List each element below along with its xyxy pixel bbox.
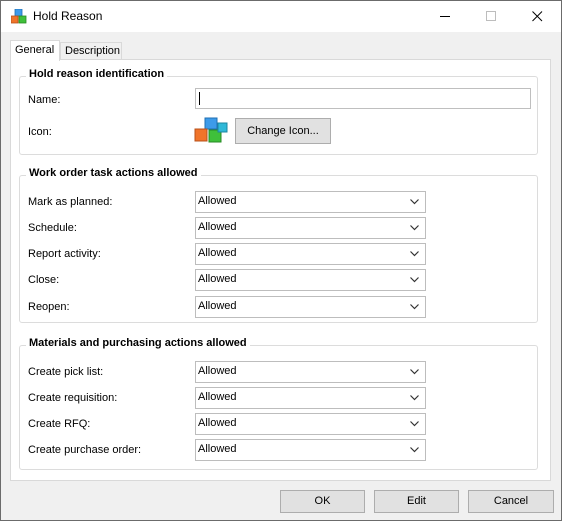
chevron-down-icon — [410, 447, 419, 453]
name-label: Name: — [28, 94, 61, 106]
mark-as-planned-label: Mark as planned: — [28, 196, 113, 208]
chevron-down-icon — [410, 251, 419, 257]
select-value: Allowed — [198, 300, 237, 312]
create-requisition-label: Create requisition: — [28, 392, 118, 404]
close-select[interactable]: Allowed — [195, 269, 426, 291]
hold-reason-cubes-icon — [194, 117, 228, 143]
create-rfq-label: Create RFQ: — [28, 418, 91, 430]
create-purchase-order-label: Create purchase order: — [28, 444, 142, 456]
close-label: Close: — [28, 274, 60, 286]
maximize-button[interactable] — [469, 1, 515, 32]
maximize-icon — [486, 11, 496, 21]
general-tab-panel: Hold reason identification Name: Icon: C… — [10, 59, 551, 481]
select-value: Allowed — [198, 273, 237, 285]
create-pick-list-label: Create pick list: — [28, 366, 104, 378]
report-activity-select[interactable]: Allowed — [195, 243, 426, 265]
schedule-label: Schedule: — [28, 222, 77, 234]
select-value: Allowed — [198, 365, 237, 377]
materials-purchasing-actions-group: Materials and purchasing actions allowed… — [19, 337, 538, 470]
work-order-actions-group: Work order task actions allowed Mark as … — [19, 167, 538, 323]
group-title: Work order task actions allowed — [26, 167, 201, 179]
tab-description[interactable]: Description — [60, 42, 122, 60]
edit-button[interactable]: Edit — [374, 490, 459, 513]
name-field[interactable] — [195, 88, 531, 109]
colored-cubes-icon — [11, 9, 27, 24]
chevron-down-icon — [410, 369, 419, 375]
report-activity-label: Report activity: — [28, 248, 101, 260]
group-title: Materials and purchasing actions allowed — [26, 337, 250, 349]
minimize-button[interactable] — [423, 1, 469, 32]
select-value: Allowed — [198, 195, 237, 207]
chevron-down-icon — [410, 395, 419, 401]
hold-reason-dialog: Hold Reason General Description Hold rea… — [0, 0, 562, 521]
reopen-select[interactable]: Allowed — [195, 296, 426, 318]
select-value: Allowed — [198, 417, 237, 429]
group-title: Hold reason identification — [26, 68, 168, 80]
chevron-down-icon — [410, 421, 419, 427]
close-icon — [532, 11, 543, 22]
title-bar: Hold Reason — [1, 1, 561, 32]
ok-button[interactable]: OK — [280, 490, 365, 513]
chevron-down-icon — [410, 199, 419, 205]
tab-general[interactable]: General — [10, 40, 60, 61]
minimize-icon — [440, 16, 450, 17]
chevron-down-icon — [410, 225, 419, 231]
mark-as-planned-select[interactable]: Allowed — [195, 191, 426, 213]
select-value: Allowed — [198, 221, 237, 233]
chevron-down-icon — [410, 304, 419, 310]
text-caret — [199, 92, 200, 105]
hold-reason-identification-group: Hold reason identification Name: Icon: C… — [19, 68, 538, 155]
chevron-down-icon — [410, 277, 419, 283]
create-pick-list-select[interactable]: Allowed — [195, 361, 426, 383]
create-rfq-select[interactable]: Allowed — [195, 413, 426, 435]
create-requisition-select[interactable]: Allowed — [195, 387, 426, 409]
cancel-button[interactable]: Cancel — [468, 490, 554, 513]
reopen-label: Reopen: — [28, 301, 70, 313]
schedule-select[interactable]: Allowed — [195, 217, 426, 239]
close-button[interactable] — [515, 1, 561, 32]
create-purchase-order-select[interactable]: Allowed — [195, 439, 426, 461]
select-value: Allowed — [198, 443, 237, 455]
select-value: Allowed — [198, 247, 237, 259]
window-title: Hold Reason — [33, 9, 103, 23]
change-icon-button[interactable]: Change Icon... — [235, 118, 331, 144]
icon-label: Icon: — [28, 126, 52, 138]
select-value: Allowed — [198, 391, 237, 403]
